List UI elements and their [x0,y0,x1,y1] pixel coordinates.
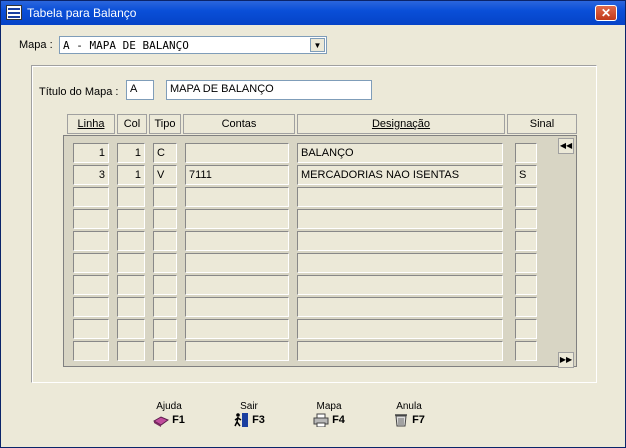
cell-tipo[interactable]: C [153,143,177,163]
chevron-down-icon[interactable]: ▼ [310,38,325,52]
cell-sinal[interactable] [515,231,537,251]
cell-tipo[interactable] [153,253,177,273]
cell-contas[interactable] [185,275,289,295]
cell-contas[interactable] [185,143,289,163]
title-bar[interactable]: Tabela para Balanço ✕ [1,1,625,25]
ajuda-key: F1 [172,414,185,426]
mapa-button-label: Mapa [316,401,342,412]
cell-linha[interactable] [73,209,109,229]
anula-button[interactable]: Anula F7 [379,401,439,435]
mapa-button[interactable]: Mapa F4 [299,401,359,435]
ajuda-label: Ajuda [156,401,182,412]
cell-contas[interactable] [185,231,289,251]
cell-designacao[interactable] [297,275,503,295]
cell-linha[interactable] [73,297,109,317]
cell-col[interactable] [117,297,145,317]
cell-tipo[interactable] [153,187,177,207]
sair-button[interactable]: Sair F3 [219,401,279,435]
cell-col[interactable] [117,187,145,207]
trash-icon [393,413,409,427]
cell-col[interactable] [117,231,145,251]
cell-sinal[interactable] [515,253,537,273]
cell-tipo[interactable] [153,209,177,229]
cell-col[interactable]: 1 [117,165,145,185]
cell-linha[interactable]: 3 [73,165,109,185]
cell-linha[interactable]: 1 [73,143,109,163]
cell-tipo[interactable]: V [153,165,177,185]
col-header-tipo[interactable]: Tipo [149,114,181,134]
cell-tipo[interactable] [153,231,177,251]
cell-designacao[interactable] [297,187,503,207]
cell-col[interactable] [117,275,145,295]
cell-linha[interactable] [73,231,109,251]
book-icon [153,413,170,428]
exit-door-icon [233,413,249,428]
cell-linha[interactable] [73,187,109,207]
col-header-designacao[interactable]: Designação [297,114,505,134]
cell-contas[interactable] [185,253,289,273]
cell-col[interactable] [117,319,145,339]
scroll-up-button[interactable]: ◀◀ [558,138,574,154]
cell-tipo[interactable] [153,275,177,295]
mapa-label: Mapa : [19,39,53,51]
cell-sinal[interactable] [515,341,537,361]
cell-col[interactable]: 1 [117,143,145,163]
col-header-sinal[interactable]: Sinal [507,114,577,134]
double-chevron-down-icon: ▶▶ [559,355,573,364]
cell-contas[interactable]: 7111 [185,165,289,185]
titulo-label: Título do Mapa : [39,86,119,98]
cell-tipo[interactable] [153,319,177,339]
mapa-select[interactable]: A - MAPA DE BALANÇO ▼ [59,36,327,54]
col-header-col[interactable]: Col [117,114,147,134]
sair-label: Sair [240,401,258,412]
cell-linha[interactable] [73,341,109,361]
cell-designacao[interactable] [297,319,503,339]
cell-sinal[interactable] [515,275,537,295]
titulo-code-field[interactable]: A [126,80,154,100]
cell-contas[interactable] [185,187,289,207]
cell-contas[interactable] [185,297,289,317]
window: Tabela para Balanço ✕ Mapa : A - MAPA DE… [0,0,626,448]
cell-col[interactable] [117,209,145,229]
close-button[interactable]: ✕ [595,5,617,21]
cell-sinal[interactable] [515,143,537,163]
cell-sinal[interactable] [515,319,537,339]
cell-designacao[interactable] [297,297,503,317]
printer-icon [313,413,329,428]
cell-designacao[interactable] [297,209,503,229]
cell-linha[interactable] [73,253,109,273]
cell-tipo[interactable] [153,297,177,317]
mapa-key: F4 [332,414,345,426]
cell-designacao[interactable] [297,231,503,251]
anula-key: F7 [412,414,425,426]
titulo-name-field[interactable]: MAPA DE BALANÇO [166,80,372,100]
cell-sinal[interactable] [515,209,537,229]
mapa-select-value: A - MAPA DE BALANÇO [63,39,189,52]
window-title: Tabela para Balanço [27,6,137,20]
cell-col[interactable] [117,341,145,361]
app-icon [6,5,22,20]
double-chevron-up-icon: ◀◀ [559,141,573,150]
cell-sinal[interactable]: S [515,165,537,185]
col-header-contas[interactable]: Contas [183,114,295,134]
cell-linha[interactable] [73,319,109,339]
scroll-down-button[interactable]: ▶▶ [558,352,574,368]
cell-sinal[interactable] [515,187,537,207]
cell-contas[interactable] [185,209,289,229]
cell-contas[interactable] [185,341,289,361]
cell-contas[interactable] [185,319,289,339]
col-header-linha[interactable]: Linha [67,114,115,134]
sair-key: F3 [252,414,265,426]
cell-designacao[interactable] [297,341,503,361]
cell-designacao[interactable] [297,253,503,273]
cell-sinal[interactable] [515,297,537,317]
anula-label: Anula [396,401,422,412]
cell-designacao[interactable]: BALANÇO [297,143,503,163]
cell-linha[interactable] [73,275,109,295]
ajuda-button[interactable]: Ajuda F1 [139,401,199,435]
cell-tipo[interactable] [153,341,177,361]
cell-col[interactable] [117,253,145,273]
close-icon: ✕ [600,6,612,20]
cell-designacao[interactable]: MERCADORIAS NAO ISENTAS [297,165,503,185]
